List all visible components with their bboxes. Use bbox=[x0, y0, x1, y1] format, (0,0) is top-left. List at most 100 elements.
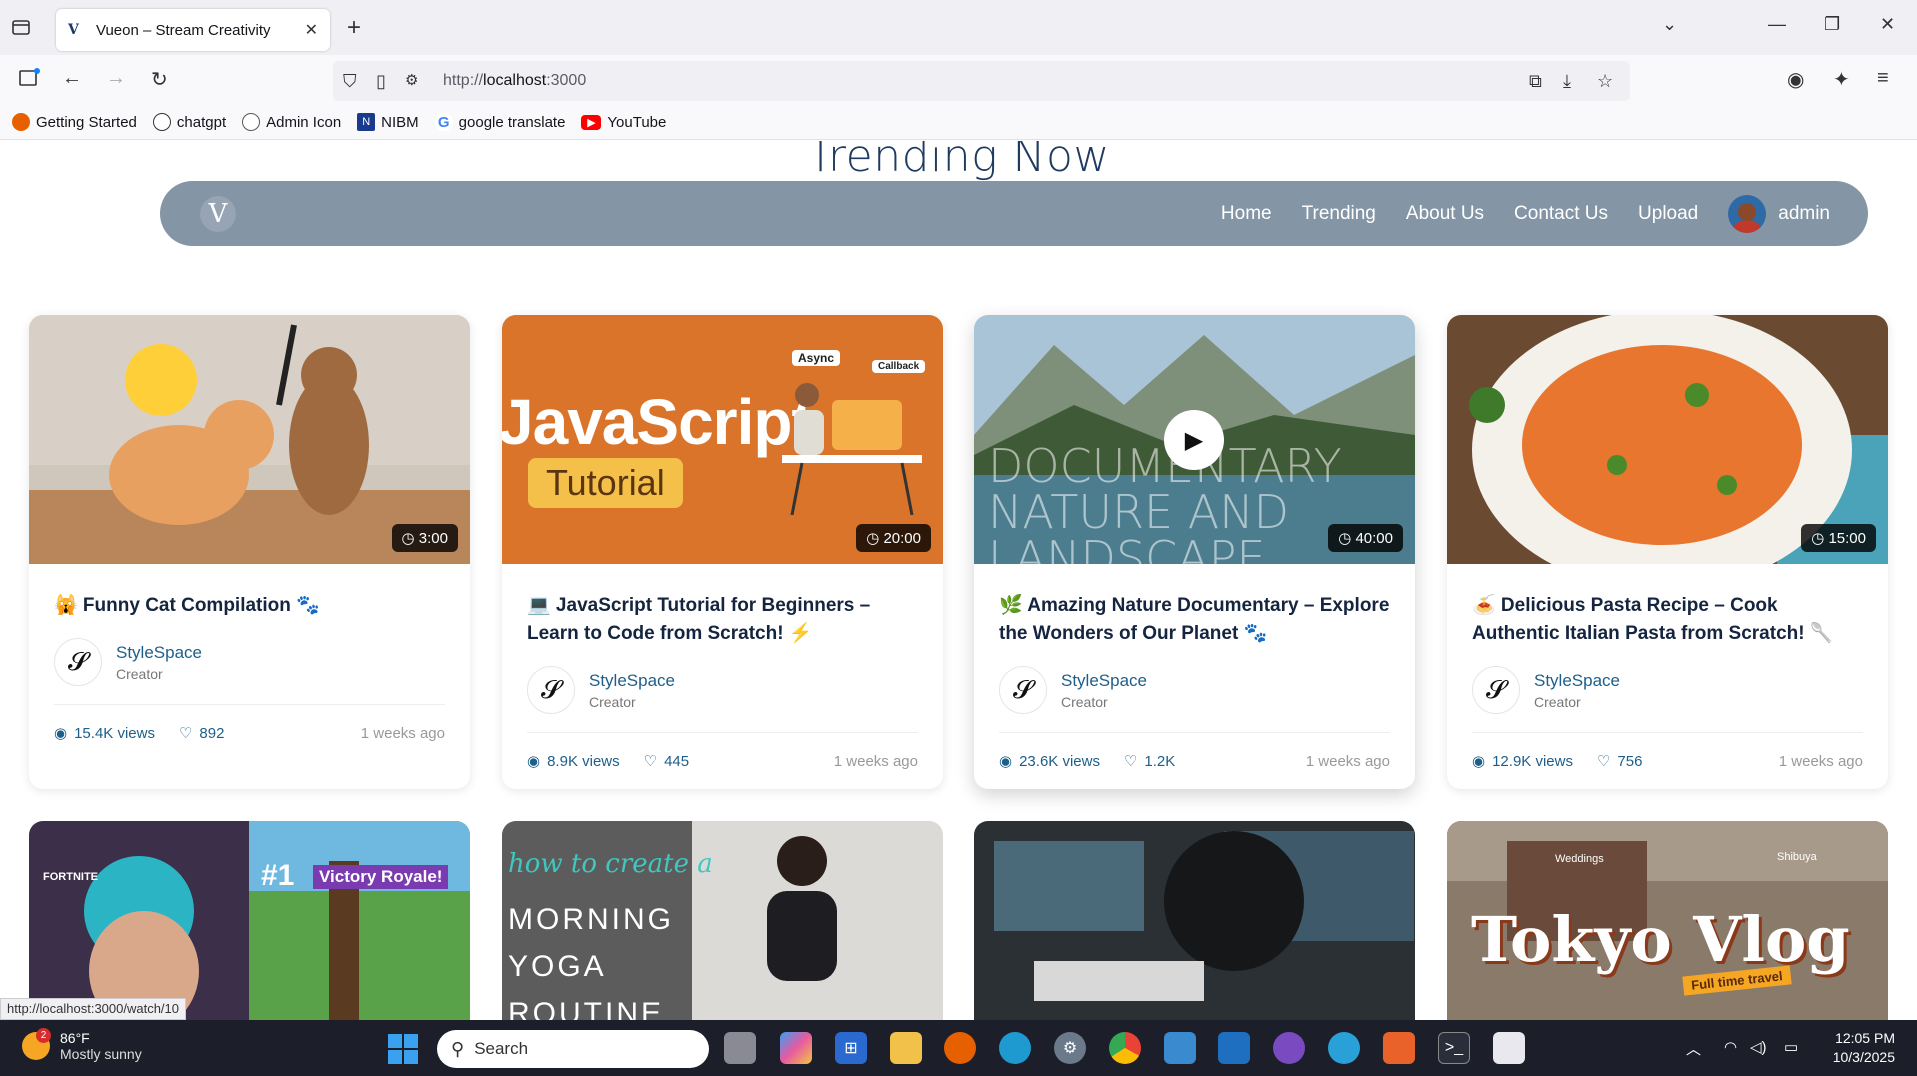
user-name[interactable]: admin bbox=[1778, 203, 1830, 225]
upload-time: 1 weeks ago bbox=[833, 752, 918, 770]
video-thumbnail[interactable]: ◷ 3:00 bbox=[29, 315, 470, 564]
nibm-icon: N bbox=[357, 113, 376, 131]
site-nav: Home Trending About Us Contact Us Upload… bbox=[1191, 181, 1830, 246]
video-title[interactable]: 🙀 Funny Cat Compilation 🐾 bbox=[54, 592, 445, 620]
thumb-brand: FORTNITE bbox=[43, 871, 98, 883]
sidebar-icon[interactable] bbox=[18, 67, 40, 95]
creator-name[interactable]: StyleSpace bbox=[116, 643, 202, 663]
video-thumbnail[interactable]: how to create a MORNING YOGA ROUTINE bbox=[502, 821, 943, 1020]
picture-in-picture-icon[interactable]: ⧉ bbox=[1529, 71, 1542, 92]
video-thumbnail[interactable]: Tokyo Vlog Full time travel Weddings Shi… bbox=[1447, 821, 1888, 1020]
likes-count[interactable]: ♡ 445 bbox=[643, 752, 689, 771]
url-text[interactable]: http://localhost:3000 bbox=[443, 72, 586, 90]
nav-upload[interactable]: Upload bbox=[1638, 203, 1698, 225]
page-icon[interactable]: ▯ bbox=[376, 71, 386, 92]
file-explorer-icon[interactable] bbox=[890, 1032, 922, 1064]
bookmark-nibm[interactable]: N NIBM bbox=[357, 113, 419, 131]
creator-name[interactable]: StyleSpace bbox=[589, 671, 675, 691]
vscode-icon[interactable] bbox=[1218, 1032, 1250, 1064]
play-icon[interactable]: ▶ bbox=[1164, 410, 1224, 470]
video-thumbnail[interactable]: ◷ 15:00 bbox=[1447, 315, 1888, 564]
video-card[interactable]: DOCUMENTARY NATURE AND LANDSCAPE ▶ ◷ 40:… bbox=[974, 315, 1415, 789]
avatar[interactable] bbox=[1728, 194, 1767, 233]
store-icon[interactable]: ⊞ bbox=[835, 1032, 867, 1064]
thumb-tag: Callback bbox=[872, 360, 926, 373]
show-hidden-icons-icon[interactable]: ︿ bbox=[1686, 1038, 1701, 1059]
edge-icon[interactable] bbox=[999, 1032, 1031, 1064]
postman-icon[interactable] bbox=[1383, 1032, 1415, 1064]
back-icon[interactable]: ← bbox=[62, 67, 82, 90]
terminal-icon[interactable]: >_ bbox=[1438, 1032, 1470, 1064]
menu-icon[interactable]: ≡ bbox=[1877, 67, 1889, 90]
video-card[interactable]: JavaScript Tutorial Async Callback ◷ 20:… bbox=[502, 315, 943, 789]
forward-icon[interactable]: → bbox=[106, 67, 126, 90]
reload-icon[interactable]: ↻ bbox=[151, 67, 168, 92]
task-view-icon[interactable] bbox=[724, 1032, 756, 1064]
creator-name[interactable]: StyleSpace bbox=[1061, 671, 1147, 691]
creator-info[interactable]: 𝓢 StyleSpace Creator bbox=[999, 666, 1390, 733]
wifi-icon[interactable]: ◠ bbox=[1724, 1038, 1737, 1056]
battery-icon[interactable]: ▭ bbox=[1784, 1038, 1798, 1056]
windows-start-icon[interactable] bbox=[388, 1034, 418, 1064]
creator-name[interactable]: StyleSpace bbox=[1534, 671, 1620, 691]
close-window-icon[interactable]: ✕ bbox=[1880, 14, 1895, 35]
weather-widget[interactable]: 2 86°F Mostly sunny bbox=[22, 1028, 142, 1062]
bookmark-star-icon[interactable]: ☆ bbox=[1597, 71, 1613, 92]
taskbar-search[interactable]: ⚲ Search bbox=[437, 1030, 709, 1068]
bookmark-youtube[interactable]: ▶ YouTube bbox=[581, 114, 666, 131]
creator-info[interactable]: 𝓢 StyleSpace Creator bbox=[1472, 666, 1863, 733]
restore-icon[interactable]: ❐ bbox=[1824, 14, 1840, 35]
firefox-taskbar-icon[interactable] bbox=[944, 1032, 976, 1064]
video-stats: ◉ 8.9K views ♡ 445 1 weeks ago bbox=[527, 733, 918, 789]
shield-icon[interactable]: ⛉ bbox=[343, 71, 357, 92]
github-desktop-icon[interactable] bbox=[1273, 1032, 1305, 1064]
video-thumbnail[interactable]: DOCUMENTARY NATURE AND LANDSCAPE ▶ ◷ 40:… bbox=[974, 315, 1415, 564]
creator-info[interactable]: 𝓢 StyleSpace Creator bbox=[54, 638, 445, 705]
tab-list-icon[interactable] bbox=[10, 16, 34, 40]
video-title[interactable]: 🍝 Delicious Pasta Recipe – Cook Authenti… bbox=[1472, 592, 1863, 648]
extensions-icon[interactable]: ✦ bbox=[1833, 67, 1850, 92]
creator-info[interactable]: 𝓢 StyleSpace Creator bbox=[527, 666, 918, 733]
nav-trending[interactable]: Trending bbox=[1302, 203, 1376, 225]
video-thumbnail[interactable]: JavaScript Tutorial Async Callback ◷ 20:… bbox=[502, 315, 943, 564]
chrome-icon[interactable] bbox=[1109, 1032, 1141, 1064]
settings-icon[interactable]: ⚙ bbox=[1054, 1032, 1086, 1064]
likes-count[interactable]: ♡ 892 bbox=[179, 724, 224, 743]
telegram-icon[interactable] bbox=[1328, 1032, 1360, 1064]
new-tab-icon[interactable]: + bbox=[347, 14, 361, 42]
video-title[interactable]: 💻 JavaScript Tutorial for Beginners – Le… bbox=[527, 592, 918, 648]
snipping-tool-icon[interactable] bbox=[1493, 1032, 1525, 1064]
nav-home[interactable]: Home bbox=[1221, 203, 1272, 225]
video-thumbnail[interactable] bbox=[974, 821, 1415, 1020]
bookmark-getting-started[interactable]: Getting Started bbox=[12, 113, 137, 131]
list-all-tabs-icon[interactable]: ⌄ bbox=[1662, 14, 1677, 35]
eye-icon: ◉ bbox=[527, 753, 541, 770]
account-icon[interactable]: ◉ bbox=[1787, 67, 1804, 92]
nav-about-us[interactable]: About Us bbox=[1406, 203, 1484, 225]
minimize-icon[interactable]: — bbox=[1768, 14, 1786, 35]
likes-count[interactable]: ♡ 756 bbox=[1597, 752, 1642, 771]
copilot-icon[interactable] bbox=[780, 1032, 812, 1064]
eye-icon: ◉ bbox=[1472, 753, 1486, 770]
volume-icon[interactable]: ◁) bbox=[1750, 1038, 1767, 1056]
video-thumbnail[interactable]: #1 Victory Royale! FORTNITE bbox=[29, 821, 470, 1020]
heart-icon: ♡ bbox=[643, 753, 658, 770]
video-card[interactable]: ◷ 15:00 🍝 Delicious Pasta Recipe – Cook … bbox=[1447, 315, 1888, 789]
save-page-icon[interactable]: ⤓ bbox=[1563, 71, 1571, 92]
video-title[interactable]: 🌿 Amazing Nature Documentary – Explore t… bbox=[999, 592, 1390, 648]
system-clock[interactable]: 12:05 PM 10/3/2025 bbox=[1833, 1029, 1895, 1067]
bookmark-chatgpt[interactable]: chatgpt bbox=[152, 113, 226, 131]
url-bar[interactable]: ⛉ ▯ ⚙ http://localhost:3000 ⧉ ⤓ ☆ bbox=[333, 61, 1630, 101]
photos-icon[interactable] bbox=[1164, 1032, 1196, 1064]
bookmarks-bar: Getting Started chatgpt Admin Icon N NIBM… bbox=[0, 105, 1917, 140]
tab-title: Vueon – Stream Creativity bbox=[96, 21, 271, 39]
video-card[interactable]: ◷ 3:00 🙀 Funny Cat Compilation 🐾 𝓢 Style… bbox=[29, 315, 470, 789]
browser-tab[interactable]: V Vueon – Stream Creativity ✕ bbox=[56, 9, 330, 51]
site-logo[interactable]: V bbox=[200, 196, 236, 232]
bookmark-google-translate[interactable]: Ggoogle translate bbox=[434, 113, 565, 131]
bookmark-admin-icon[interactable]: Admin Icon bbox=[242, 113, 341, 131]
likes-count[interactable]: ♡ 1.2K bbox=[1124, 752, 1175, 771]
nav-contact-us[interactable]: Contact Us bbox=[1514, 203, 1608, 225]
permissions-icon[interactable]: ⚙ bbox=[405, 71, 418, 89]
close-tab-icon[interactable]: ✕ bbox=[305, 20, 318, 40]
